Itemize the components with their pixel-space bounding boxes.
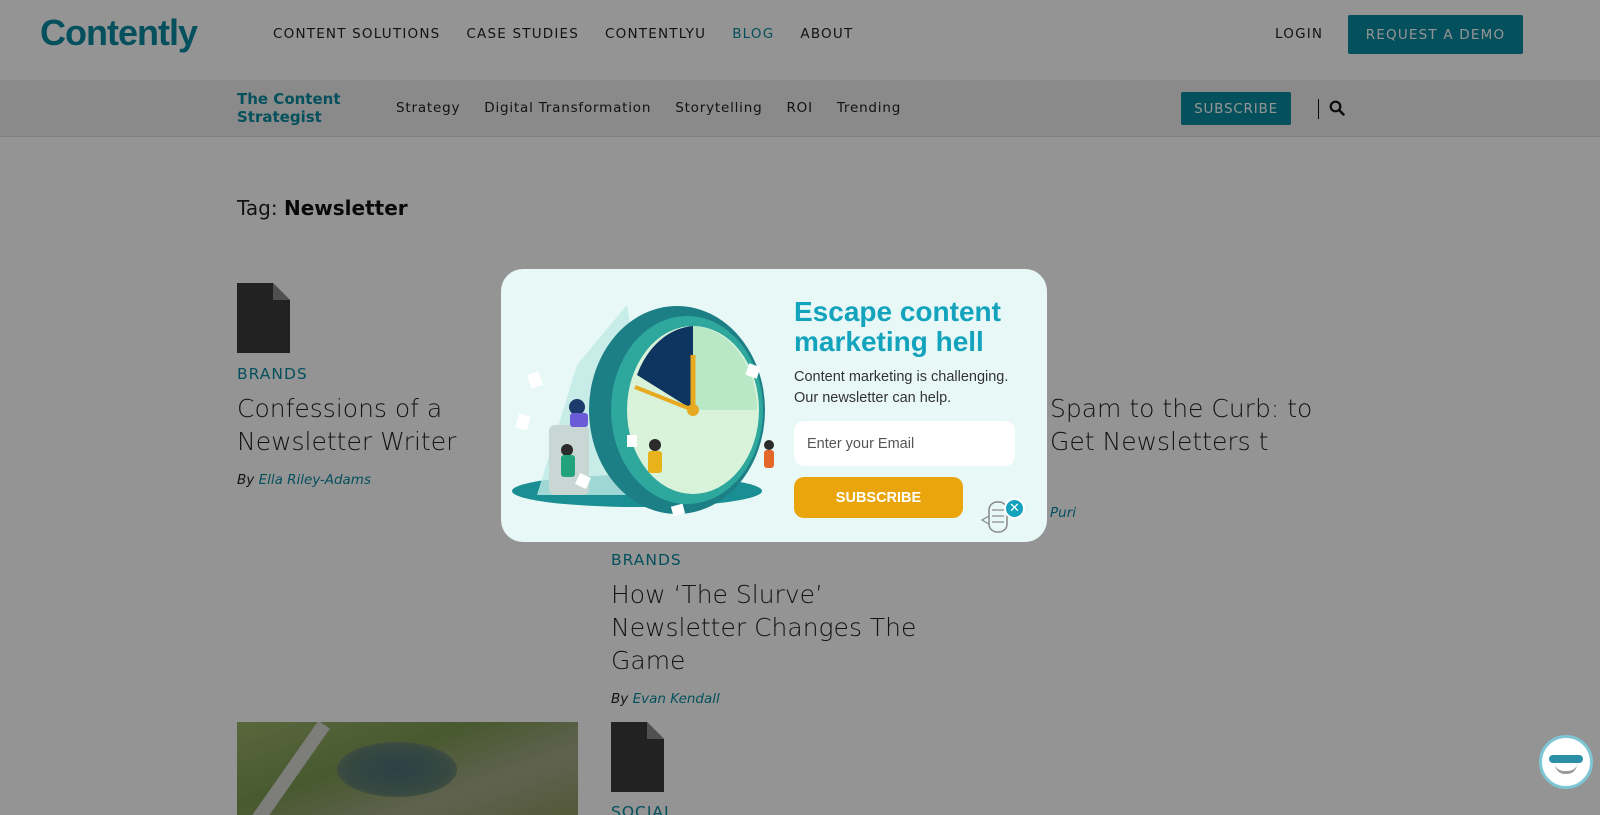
email-field[interactable]	[794, 421, 1015, 466]
chat-widget-face-bar	[1549, 755, 1583, 763]
clock-illustration	[512, 305, 774, 517]
newsletter-popup: Escape content marketing hell Content ma…	[501, 269, 1047, 542]
chat-widget-smile	[1555, 764, 1577, 774]
chat-widget-button[interactable]	[1539, 735, 1593, 789]
popup-subscribe-button[interactable]: SUBSCRIBE	[794, 477, 963, 518]
popup-heading: Escape content marketing hell	[794, 296, 1001, 357]
close-icon[interactable]: ✕	[1004, 498, 1025, 519]
popup-description: Content marketing is challenging. Our ne…	[794, 369, 1009, 406]
